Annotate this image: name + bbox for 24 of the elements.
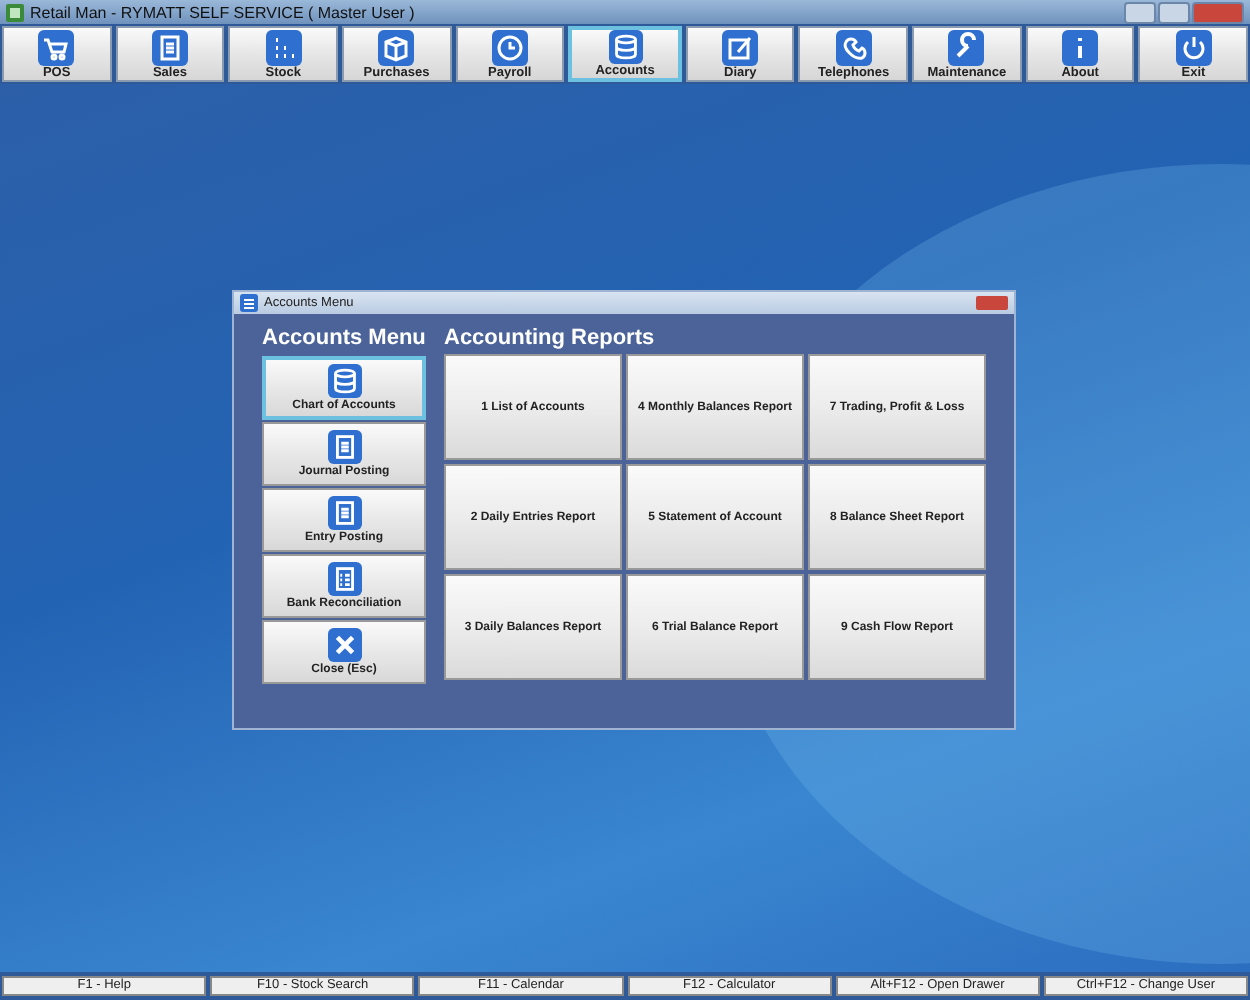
minimize-button[interactable] [1124,1,1156,23]
menu-heading: Accounts Menu [262,324,426,354]
close-button[interactable] [1192,1,1244,23]
phone-icon [835,29,872,65]
reports-heading: Accounting Reports [444,324,657,354]
app-icon [6,3,24,21]
list-icon [327,562,361,596]
list-icon [240,294,258,312]
power-icon [1175,29,1212,65]
database-icon [327,364,361,398]
box-icon [378,29,415,65]
maximize-button[interactable] [1158,1,1190,23]
close-icon [327,628,361,662]
dots-icon [265,29,302,65]
wrench-icon [948,29,985,65]
info-icon [1062,29,1099,65]
database-icon [607,30,644,64]
edit-icon [722,29,759,65]
window-title: Retail Man - RYMATT SELF SERVICE ( Master User ) [30,3,417,21]
clock-icon [491,29,528,65]
document-icon [327,430,361,464]
document-icon [327,496,361,530]
document-icon [151,29,188,65]
cart-icon [38,29,75,65]
